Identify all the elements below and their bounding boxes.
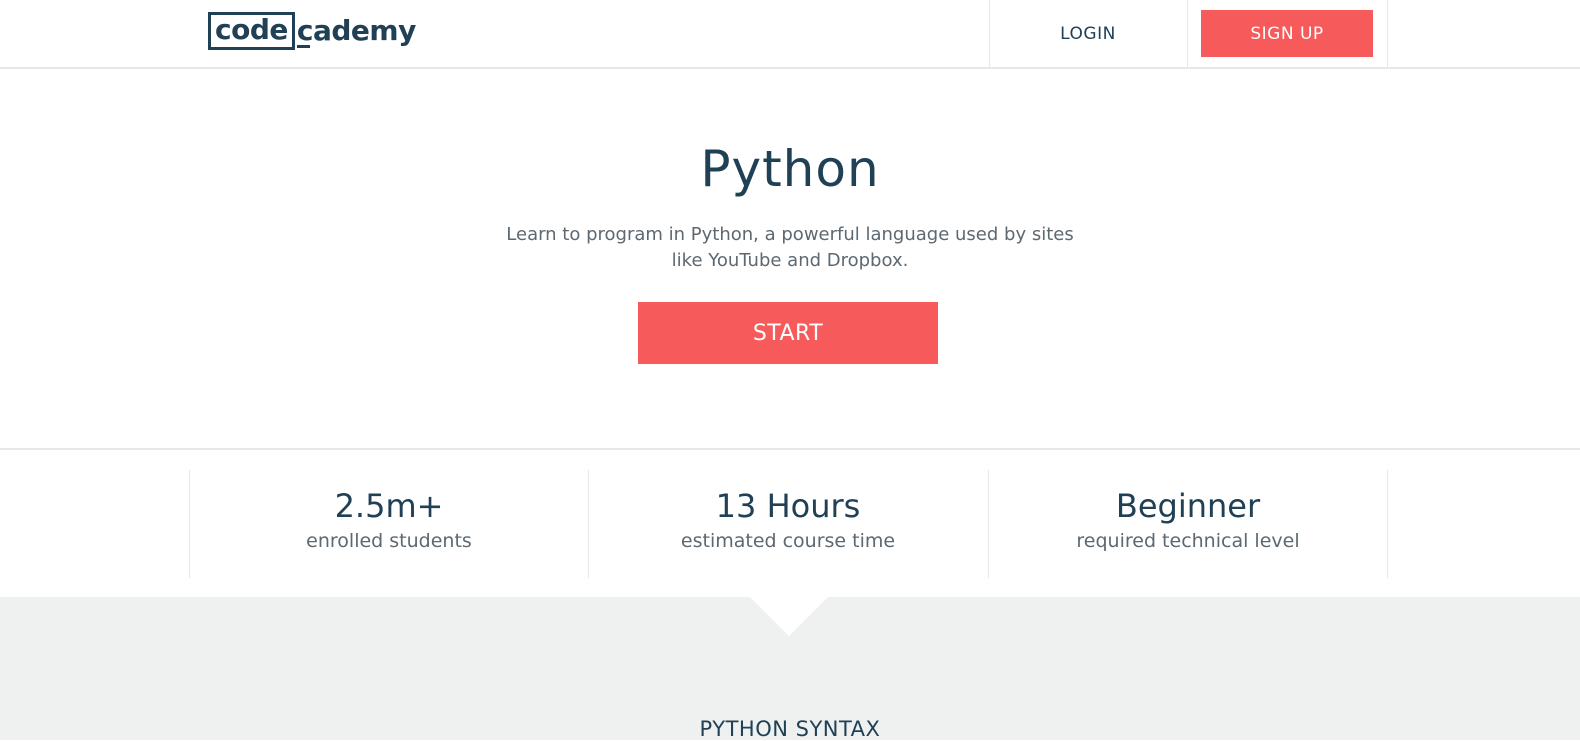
stat-value: 13 Hours bbox=[715, 487, 861, 525]
signup-button[interactable]: SIGN UP bbox=[1201, 10, 1373, 57]
stat-value: 2.5m+ bbox=[334, 487, 444, 525]
stat-label: estimated course time bbox=[680, 530, 896, 552]
nav-divider bbox=[1387, 0, 1388, 67]
stat-technical-level: Beginner required technical level bbox=[989, 486, 1387, 552]
stat-divider bbox=[1387, 470, 1388, 578]
logo-rest-text: cademy bbox=[296, 12, 416, 50]
codecademy-logo[interactable]: code cademy bbox=[208, 12, 416, 50]
nav-divider bbox=[1187, 0, 1188, 67]
stats-divider-line bbox=[0, 448, 1580, 450]
course-title: Python bbox=[700, 140, 880, 198]
login-button[interactable]: LOGIN bbox=[989, 0, 1187, 67]
stat-value: Beginner bbox=[1115, 487, 1261, 525]
top-nav: code cademy LOGIN SIGN UP bbox=[0, 0, 1580, 69]
start-button[interactable]: START bbox=[638, 302, 938, 364]
stat-enrolled: 2.5m+ enrolled students bbox=[190, 486, 588, 552]
stat-label: required technical level bbox=[1076, 530, 1300, 552]
section-title: PYTHON SYNTAX bbox=[699, 717, 881, 741]
stat-label: enrolled students bbox=[306, 530, 472, 552]
stat-course-time: 13 Hours estimated course time bbox=[589, 486, 987, 552]
logo-box-text: code bbox=[208, 12, 295, 50]
course-description: Learn to program in Python, a powerful l… bbox=[506, 224, 1074, 271]
section-notch bbox=[750, 597, 828, 636]
